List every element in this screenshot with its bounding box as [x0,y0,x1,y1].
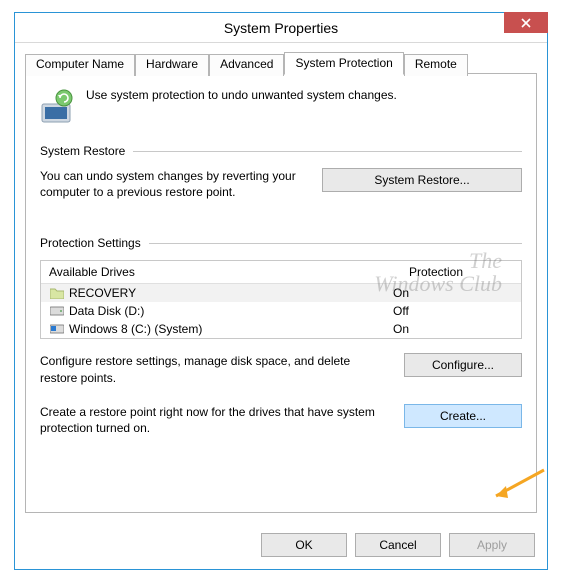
protection-settings-label: Protection Settings [40,236,141,250]
divider [149,243,522,244]
tab-remote[interactable]: Remote [404,54,468,76]
tab-system-protection[interactable]: System Protection [284,52,403,75]
configure-text: Configure restore settings, manage disk … [40,353,390,385]
folder-icon [49,286,65,300]
create-button[interactable]: Create... [404,404,522,428]
content: Computer Name Hardware Advanced System P… [15,43,547,523]
system-properties-window: System Properties Computer Name Hardware… [14,12,548,570]
intro-text: Use system protection to undo unwanted s… [86,88,397,102]
drive-status: On [393,286,513,300]
tab-computer-name[interactable]: Computer Name [25,54,135,76]
titlebar: System Properties [15,13,547,43]
system-protection-icon [40,88,76,124]
disk-icon [49,304,65,318]
close-icon [521,18,531,28]
tab-strip: Computer Name Hardware Advanced System P… [25,52,537,74]
cancel-button[interactable]: Cancel [355,533,441,557]
intro-row: Use system protection to undo unwanted s… [40,88,522,124]
close-button[interactable] [504,12,548,33]
system-restore-header: System Restore [40,144,522,158]
ok-button[interactable]: OK [261,533,347,557]
system-restore-text: You can undo system changes by reverting… [40,168,308,200]
create-text: Create a restore point right now for the… [40,404,390,436]
system-restore-row: You can undo system changes by reverting… [40,168,522,200]
drive-status: Off [393,304,513,318]
system-restore-label: System Restore [40,144,125,158]
window-title: System Properties [15,20,547,36]
divider [133,151,522,152]
protection-settings-header: Protection Settings [40,236,522,250]
drives-table: Available Drives Protection RECOVERY On … [40,260,522,339]
windows-disk-icon [49,322,65,336]
drive-name: Data Disk (D:) [69,304,393,318]
drive-row[interactable]: Data Disk (D:) Off [41,302,521,320]
col-header-drives[interactable]: Available Drives [41,261,401,283]
create-row: Create a restore point right now for the… [40,404,522,436]
apply-button[interactable]: Apply [449,533,535,557]
drive-row[interactable]: Windows 8 (C:) (System) On [41,320,521,338]
system-restore-button[interactable]: System Restore... [322,168,522,192]
col-header-protection[interactable]: Protection [401,261,521,283]
tab-panel: Use system protection to undo unwanted s… [25,73,537,513]
tab-hardware[interactable]: Hardware [135,54,209,76]
drive-name: RECOVERY [69,286,393,300]
drive-row[interactable]: RECOVERY On [41,284,521,302]
drives-table-header: Available Drives Protection [41,261,521,284]
tab-advanced[interactable]: Advanced [209,54,284,76]
drive-name: Windows 8 (C:) (System) [69,322,393,336]
configure-button[interactable]: Configure... [404,353,522,377]
configure-row: Configure restore settings, manage disk … [40,353,522,385]
drive-status: On [393,322,513,336]
dialog-buttons: OK Cancel Apply [15,523,547,569]
